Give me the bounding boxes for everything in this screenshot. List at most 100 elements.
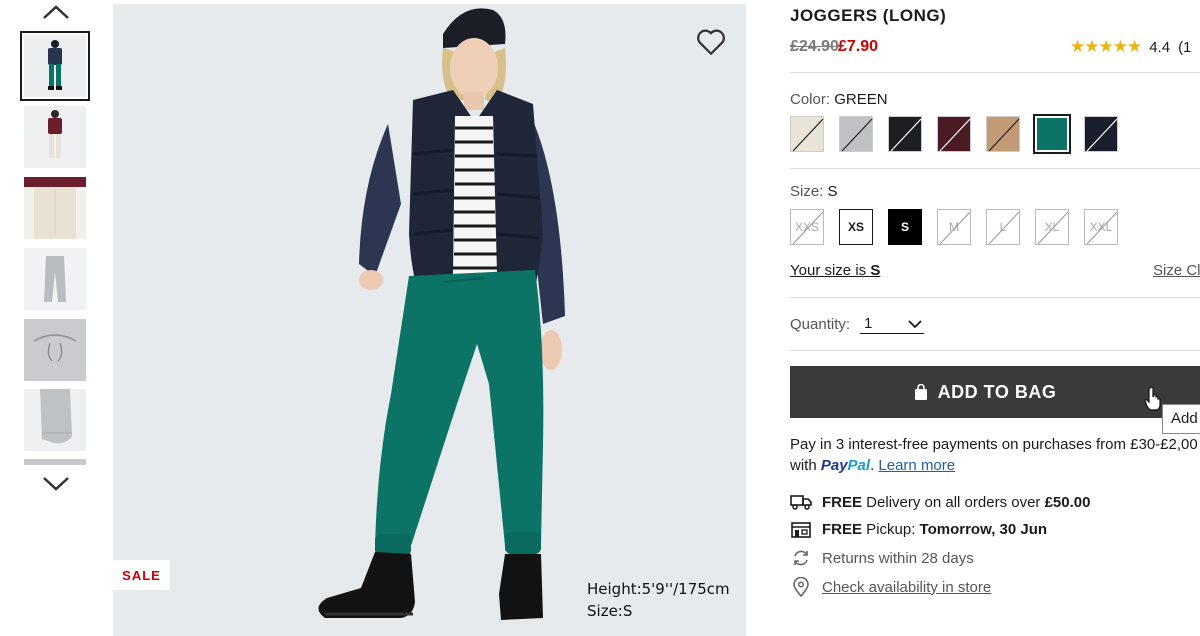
pickup-info: FREE Pickup: Tomorrow, 30 Jun (790, 519, 1047, 539)
product-details-panel: JOGGERS (LONG) £24.90 £7.90 ★★★★★ 4.4 (1… (790, 0, 1200, 636)
size-option-xxs[interactable]: XXS (790, 209, 824, 245)
unavailable-slash-icon (988, 211, 1020, 245)
rating-count: (1 (1178, 38, 1192, 56)
divider (790, 168, 1200, 169)
size-options: XXS XS S M L XL XXL (790, 209, 1118, 245)
sale-price: £7.90 (838, 38, 879, 55)
delivery-free-label: FREE (822, 493, 863, 511)
selected-size: S (827, 183, 838, 200)
color-swatch-6[interactable] (1033, 114, 1071, 154)
unavailable-slash-icon (841, 118, 873, 152)
size-chart-link[interactable]: Size Cl (1153, 262, 1200, 279)
thumbnail-2[interactable] (24, 106, 86, 168)
size-option-xl[interactable]: XL (1035, 209, 1069, 245)
returns-text: Returns within 28 days (822, 549, 974, 567)
paypal-with: with (790, 457, 821, 474)
quantity-value: 1 (864, 315, 873, 332)
thumbnail-6[interactable] (24, 389, 86, 451)
color-swatch-3[interactable] (888, 116, 922, 152)
unavailable-slash-icon (1086, 211, 1118, 245)
color-swatch-7[interactable] (1084, 116, 1118, 152)
unavailable-slash-icon (988, 118, 1020, 152)
thumbnail-4[interactable] (24, 248, 86, 310)
paypal-installments: Pay in 3 interest-free payments on purch… (790, 434, 1200, 476)
pickup-free-label: FREE (822, 520, 863, 538)
pickup-date: Tomorrow, 30 Jun (919, 520, 1048, 538)
unavailable-slash-icon (792, 118, 824, 152)
color-swatch-1[interactable] (790, 116, 824, 152)
returns-info: Returns within 28 days (790, 548, 974, 568)
thumbnail-3[interactable] (24, 177, 86, 239)
color-label-row: Color: GREEN (790, 91, 888, 108)
shopping-bag-icon (914, 383, 927, 400)
unavailable-slash-icon (890, 118, 922, 152)
thumbnail-1[interactable] (20, 31, 90, 101)
color-swatch-5[interactable] (986, 116, 1020, 152)
paypal-dot: . (870, 457, 875, 474)
your-size-prefix: Your size is (790, 262, 871, 279)
delivery-text: Delivery on all orders over (862, 493, 1045, 511)
add-to-bag-button[interactable]: ADD TO BAG (790, 366, 1200, 418)
store-availability: Check availability in store (790, 577, 991, 597)
heart-icon[interactable] (694, 24, 728, 58)
product-page: SALE Height:5'9''/175cm Size:S JOGGERS (… (0, 0, 1200, 636)
learn-more-link[interactable]: Learn more (878, 457, 955, 474)
paypal-line2: with PayPal. Learn more (790, 455, 1200, 476)
store-icon (790, 519, 812, 539)
color-swatch-4[interactable] (937, 116, 971, 152)
selected-color: GREEN (834, 91, 888, 108)
model-photo (113, 4, 746, 636)
paypal-logo-pay: Pay (820, 457, 848, 474)
your-size-value: S (870, 262, 881, 279)
add-to-bag-label: ADD TO BAG (937, 381, 1057, 402)
chevron-up-icon (43, 5, 69, 19)
thumbnails-up-arrow[interactable] (38, 0, 74, 24)
sale-badge: SALE (113, 560, 170, 590)
size-option-l[interactable]: L (986, 209, 1020, 245)
divider (790, 72, 1200, 73)
paypal-logo-pal: Pal (847, 457, 871, 474)
thumbnail-5[interactable] (24, 319, 86, 381)
returns-icon (790, 548, 812, 568)
divider (790, 350, 1200, 351)
color-label: Color: (790, 91, 831, 108)
size-option-xs[interactable]: XS (839, 209, 873, 245)
unavailable-slash-icon (792, 211, 824, 245)
chevron-down-icon (43, 477, 69, 491)
hand-cursor-icon (1144, 386, 1161, 411)
main-product-image[interactable]: SALE Height:5'9''/175cm Size:S (113, 4, 746, 636)
unavailable-slash-icon (939, 118, 971, 152)
size-option-label: XS (847, 220, 864, 234)
unavailable-slash-icon (1037, 211, 1069, 245)
your-size-link[interactable]: Your size is S (790, 262, 880, 279)
size-label-row: Size: S (790, 183, 838, 200)
add-tooltip: Add (1162, 404, 1200, 434)
divider (790, 297, 1200, 298)
size-label: Size: (790, 183, 824, 200)
delivery-truck-icon (790, 492, 812, 512)
check-availability-link[interactable]: Check availability in store (822, 579, 991, 596)
delivery-info: FREE Delivery on all orders over £50.00 (790, 492, 1090, 512)
paypal-line1: Pay in 3 interest-free payments on purch… (790, 436, 1198, 453)
product-title: JOGGERS (LONG) (790, 6, 947, 25)
color-swatches (790, 114, 1118, 154)
rating-value: 4.4 (1149, 38, 1171, 56)
delivery-threshold: £50.00 (1044, 493, 1091, 511)
quantity-label: Quantity: (790, 316, 851, 333)
size-option-label: S (900, 220, 909, 234)
unavailable-slash-icon (939, 211, 971, 245)
rating-summary[interactable]: ★★★★★ 4.4 (1 (1070, 37, 1191, 57)
size-option-xxl[interactable]: XXL (1084, 209, 1118, 245)
model-info: Height:5'9''/175cm Size:S (587, 578, 730, 622)
chevron-down-icon (908, 319, 922, 328)
location-pin-icon (790, 577, 812, 597)
thumbnails-down-arrow[interactable] (38, 472, 74, 496)
pickup-text: Pickup: (862, 520, 920, 538)
thumbnail-7-partial[interactable] (24, 459, 86, 465)
size-option-m[interactable]: M (937, 209, 971, 245)
color-swatch-2[interactable] (839, 116, 873, 152)
size-option-s[interactable]: S (888, 209, 922, 245)
quantity-select[interactable]: 1 (860, 314, 924, 334)
model-height: Height:5'9''/175cm (587, 580, 730, 598)
thumbnail-rail (18, 0, 94, 636)
